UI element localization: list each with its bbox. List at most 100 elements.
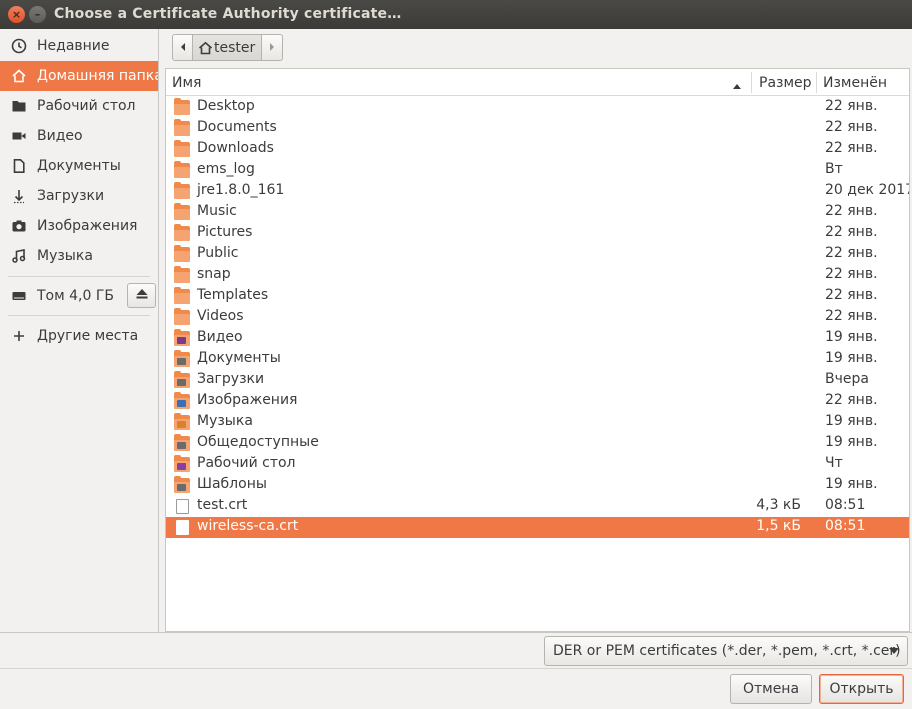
sidebar-item-home[interactable]: Домашняя папка (0, 61, 158, 91)
sort-ascending-icon (732, 78, 742, 94)
file-name: Downloads (197, 140, 274, 156)
file-row[interactable]: jre1.8.0_161 20 дек 2017 (166, 181, 909, 202)
folder-icon (174, 161, 190, 178)
column-header-label: Имя (172, 74, 202, 91)
file-row[interactable]: Music 22 янв. (166, 202, 909, 223)
file-modified: 22 янв. (825, 287, 878, 303)
folder-badge-icon (177, 421, 186, 428)
sidebar-item-desktop[interactable]: Рабочий стол (0, 91, 158, 121)
sidebar-item-label: Загрузки (37, 188, 105, 204)
sidebar-item-label: Том 4,0 ГБ (37, 288, 114, 304)
file-row[interactable]: Изображения 22 янв. (166, 391, 909, 412)
file-name: Загрузки (197, 371, 265, 387)
file-size: 4,3 кБ (756, 497, 801, 513)
sidebar-item-volume[interactable]: Том 4,0 ГБ (0, 281, 120, 311)
cancel-button[interactable]: Отмена (730, 674, 812, 704)
file-row[interactable]: Documents 22 янв. (166, 118, 909, 139)
file-name: Public (197, 245, 239, 261)
folder-badge-icon (177, 358, 186, 365)
path-forward-button[interactable] (262, 34, 284, 61)
file-row[interactable]: Downloads 22 янв. (166, 139, 909, 160)
sidebar-item-label: Видео (37, 128, 83, 144)
file-row[interactable]: Pictures 22 янв. (166, 223, 909, 244)
home-icon (198, 41, 213, 55)
file-name: wireless-ca.crt (197, 518, 299, 534)
file-modified: 22 янв. (825, 266, 878, 282)
file-name: Изображения (197, 392, 298, 408)
special-folder-icon (174, 371, 190, 388)
title-bar: × – Choose a Certificate Authority certi… (0, 0, 912, 29)
file-row[interactable]: snap 22 янв. (166, 265, 909, 286)
file-modified: 19 янв. (825, 476, 878, 492)
file-name: ems_log (197, 161, 255, 177)
folder-badge-icon (177, 379, 186, 386)
file-row[interactable]: Templates 22 янв. (166, 286, 909, 307)
file-modified: 08:51 (825, 518, 866, 534)
path-back-button[interactable] (172, 34, 193, 61)
column-header-size[interactable]: Размер (759, 69, 819, 96)
folder-icon (174, 98, 190, 115)
folder-icon (174, 266, 190, 283)
sidebar-item-downloads[interactable]: Загрузки (0, 181, 158, 211)
column-header-label: Изменён (823, 74, 888, 91)
sidebar-item-label: Домашняя папка (37, 68, 158, 84)
file-modified: 22 янв. (825, 308, 878, 324)
sidebar-item-pictures[interactable]: Изображения (0, 211, 158, 241)
path-crumb-home[interactable]: tester (193, 34, 263, 61)
file-name: Templates (197, 287, 269, 303)
file-type-filter[interactable]: DER or PEM certificates (*.der, *.pem, *… (544, 636, 908, 666)
open-button[interactable]: Открыть (819, 674, 904, 704)
file-row[interactable]: Рабочий стол Чт (166, 454, 909, 475)
eject-button[interactable] (127, 283, 156, 308)
file-row[interactable]: test.crt 4,3 кБ 08:51 (166, 496, 909, 517)
file-row[interactable]: Videos 22 янв. (166, 307, 909, 328)
sidebar-item-label: Рабочий стол (37, 98, 136, 114)
sidebar-item-other-locations[interactable]: Другие места (0, 321, 158, 351)
column-divider (816, 72, 817, 93)
folder-badge-icon (177, 442, 186, 449)
sidebar-item-videos[interactable]: Видео (0, 121, 158, 151)
file-modified: 22 янв. (825, 224, 878, 240)
close-icon[interactable]: × (8, 6, 25, 23)
sidebar-item-documents[interactable]: Документы (0, 151, 158, 181)
column-header-name[interactable]: Имя (172, 69, 752, 96)
file-row[interactable]: Общедоступные 19 янв. (166, 433, 909, 454)
desktop-folder-icon (10, 97, 28, 115)
file-row[interactable]: Видео 19 янв. (166, 328, 909, 349)
file-row[interactable]: Шаблоны 19 янв. (166, 475, 909, 496)
path-bar: tester (172, 34, 284, 61)
column-header-modified[interactable]: Изменён (823, 69, 903, 96)
eject-icon (135, 287, 149, 305)
file-row[interactable]: Desktop 22 янв. (166, 97, 909, 118)
file-row[interactable]: wireless-ca.crt 1,5 кБ 08:51 (166, 517, 909, 538)
minimize-icon[interactable]: – (29, 6, 46, 23)
file-modified: 19 янв. (825, 350, 878, 366)
sidebar-item-label: Недавние (37, 38, 110, 54)
folder-icon (174, 224, 190, 241)
file-modified: 22 янв. (825, 245, 878, 261)
file-size: 1,5 кБ (756, 518, 801, 534)
file-row[interactable]: Public 22 янв. (166, 244, 909, 265)
special-folder-icon (174, 413, 190, 430)
download-icon (10, 187, 28, 205)
file-modified: 19 янв. (825, 413, 878, 429)
file-row[interactable]: Загрузки Вчера (166, 370, 909, 391)
file-modified: 19 янв. (825, 434, 878, 450)
file-list[interactable]: Имя Размер Изменён Desktop 22 янв. Documen… (165, 68, 910, 632)
file-row[interactable]: Музыка 19 янв. (166, 412, 909, 433)
sidebar-divider (8, 276, 150, 277)
sidebar-item-music[interactable]: Музыка (0, 241, 158, 271)
file-name: Pictures (197, 224, 253, 240)
sidebar-item-label: Документы (37, 158, 121, 174)
file-row[interactable]: ems_log Вт (166, 160, 909, 181)
file-name: Видео (197, 329, 243, 345)
folder-icon (174, 203, 190, 220)
sidebar-item-recent[interactable]: Недавние (0, 31, 158, 61)
chevron-left-icon (179, 40, 187, 56)
file-name: snap (197, 266, 231, 282)
folder-badge-icon (177, 484, 186, 491)
file-modified: 22 янв. (825, 140, 878, 156)
file-row[interactable]: Документы 19 янв. (166, 349, 909, 370)
file-name: Музыка (197, 413, 253, 429)
column-header-label: Размер (759, 74, 812, 91)
